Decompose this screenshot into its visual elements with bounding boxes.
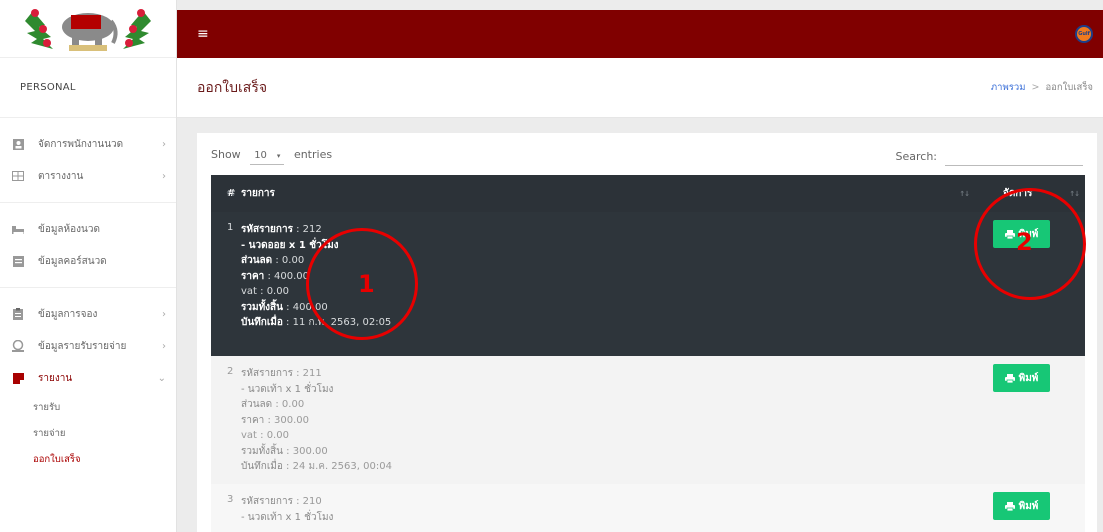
clipboard-icon: [12, 308, 24, 320]
list-icon: [12, 255, 24, 267]
page-header: ออกใบเสร็จ ภาพรวม > ออกใบเสร็จ: [177, 58, 1103, 118]
receipts-table: # ↑↓ รายการ ↑↓ จัดการ ↑↓ 1 รหัสรายการ : 212…: [211, 175, 1085, 532]
printer-icon: [1004, 373, 1015, 383]
sidebar-item-rooms[interactable]: ข้อมูลห้องนวด: [0, 213, 176, 245]
sidebar-item-income-expense[interactable]: ข้อมูลรายรับรายจ่าย ›: [0, 330, 176, 362]
table-row[interactable]: 3 รหัสรายการ : 210 - นวดเท้า x 1 ชั่วโมง…: [211, 484, 1085, 532]
column-header-items[interactable]: รายการ ↑↓: [241, 175, 975, 212]
sidebar-item-bookings[interactable]: ข้อมูลการจอง ›: [0, 298, 176, 330]
breadcrumb-separator: >: [1031, 82, 1040, 93]
print-button[interactable]: พิมพ์: [993, 492, 1050, 520]
row-number: 1: [227, 222, 234, 233]
row-number: 3: [227, 494, 234, 505]
breadcrumb-home-link[interactable]: ภาพรวม: [991, 82, 1026, 93]
entries-length-control: Show 10 ▾ entries: [211, 147, 332, 165]
breadcrumb-current: ออกใบเสร็จ: [1045, 82, 1093, 93]
chevron-right-icon: ›: [162, 138, 166, 150]
breadcrumb: ภาพรวม > ออกใบเสร็จ: [991, 80, 1093, 95]
sidebar-subitem-expense[interactable]: รายจ่าย: [0, 420, 176, 446]
top-navbar: ≡ Gulf: [177, 10, 1103, 58]
sidebar-item-label: รายงาน: [38, 372, 73, 384]
sort-icon: ↑↓: [959, 189, 970, 198]
receipts-card: Show 10 ▾ entries Search: # ↑↓ รายการ ↑↓ จ…: [197, 133, 1097, 532]
annotation-number-2: 2: [1016, 228, 1033, 256]
row-number: 2: [227, 366, 234, 377]
printer-icon: [1004, 501, 1015, 511]
sidebar-item-label: ข้อมูลการจอง: [38, 308, 98, 320]
table-row[interactable]: 2 รหัสรายการ : 211 - นวดเท้า x 1 ชั่วโมง…: [211, 356, 1085, 484]
elephant-logo[interactable]: [0, 0, 176, 58]
sidebar-item-label: จัดการพนักงานนวด: [38, 138, 124, 150]
report-icon: [12, 372, 24, 384]
entries-length-select[interactable]: 10 ▾: [250, 147, 285, 165]
chevron-right-icon: ›: [162, 308, 166, 320]
search-label: Search:: [895, 149, 938, 163]
table-header-row: # ↑↓ รายการ ↑↓ จัดการ ↑↓: [211, 175, 1085, 212]
bed-icon: [12, 223, 24, 235]
sidebar-item-staff[interactable]: จัดการพนักงานนวด ›: [0, 128, 176, 160]
table-icon: [12, 170, 24, 182]
sidebar-subitem-receipt[interactable]: ออกใบเสร็จ: [0, 446, 176, 472]
annotation-number-1: 1: [358, 270, 375, 298]
entries-length-value: 10: [254, 150, 267, 161]
sidebar-subitem-income[interactable]: รายรับ: [0, 394, 176, 420]
personal-label: PERSONAL: [0, 58, 176, 118]
sidebar: PERSONAL จัดการพนักงานนวด › ตารางงาน › ข…: [0, 0, 177, 532]
entries-label: entries: [293, 148, 333, 161]
search-input[interactable]: [945, 146, 1083, 166]
sidebar-item-courses[interactable]: ข้อมูลคอร์สนวด: [0, 245, 176, 277]
caret-down-icon: ▾: [276, 151, 281, 160]
show-label: Show: [211, 148, 241, 161]
chevron-right-icon: ›: [162, 340, 166, 352]
sidebar-item-label: ข้อมูลคอร์สนวด: [38, 255, 107, 267]
sort-icon: ↑↓: [1069, 189, 1080, 198]
sidebar-item-label: ข้อมูลห้องนวด: [38, 223, 100, 235]
user-card-icon: [12, 138, 24, 150]
sidebar-item-reports[interactable]: รายงาน ⌄: [0, 362, 176, 394]
row-details: รหัสรายการ : 210 - นวดเท้า x 1 ชั่วโมง: [241, 496, 334, 523]
sidebar-item-label: ข้อมูลรายรับรายจ่าย: [38, 340, 127, 352]
sort-icon: ↑↓: [225, 189, 236, 198]
chevron-right-icon: ›: [162, 170, 166, 182]
sidebar-item-schedule[interactable]: ตารางงาน ›: [0, 160, 176, 192]
page-title: ออกใบเสร็จ: [197, 79, 268, 96]
column-header-number[interactable]: # ↑↓: [211, 175, 241, 212]
print-button[interactable]: พิมพ์: [993, 364, 1050, 392]
menu-toggle-icon[interactable]: ≡: [197, 26, 209, 42]
chevron-down-icon: ⌄: [157, 372, 166, 384]
sidebar-item-label: ตารางงาน: [38, 170, 84, 182]
gulf-avatar[interactable]: Gulf: [1075, 25, 1093, 43]
money-icon: [12, 340, 24, 352]
row-details: รหัสรายการ : 211 - นวดเท้า x 1 ชั่วโมง ส…: [241, 368, 392, 472]
